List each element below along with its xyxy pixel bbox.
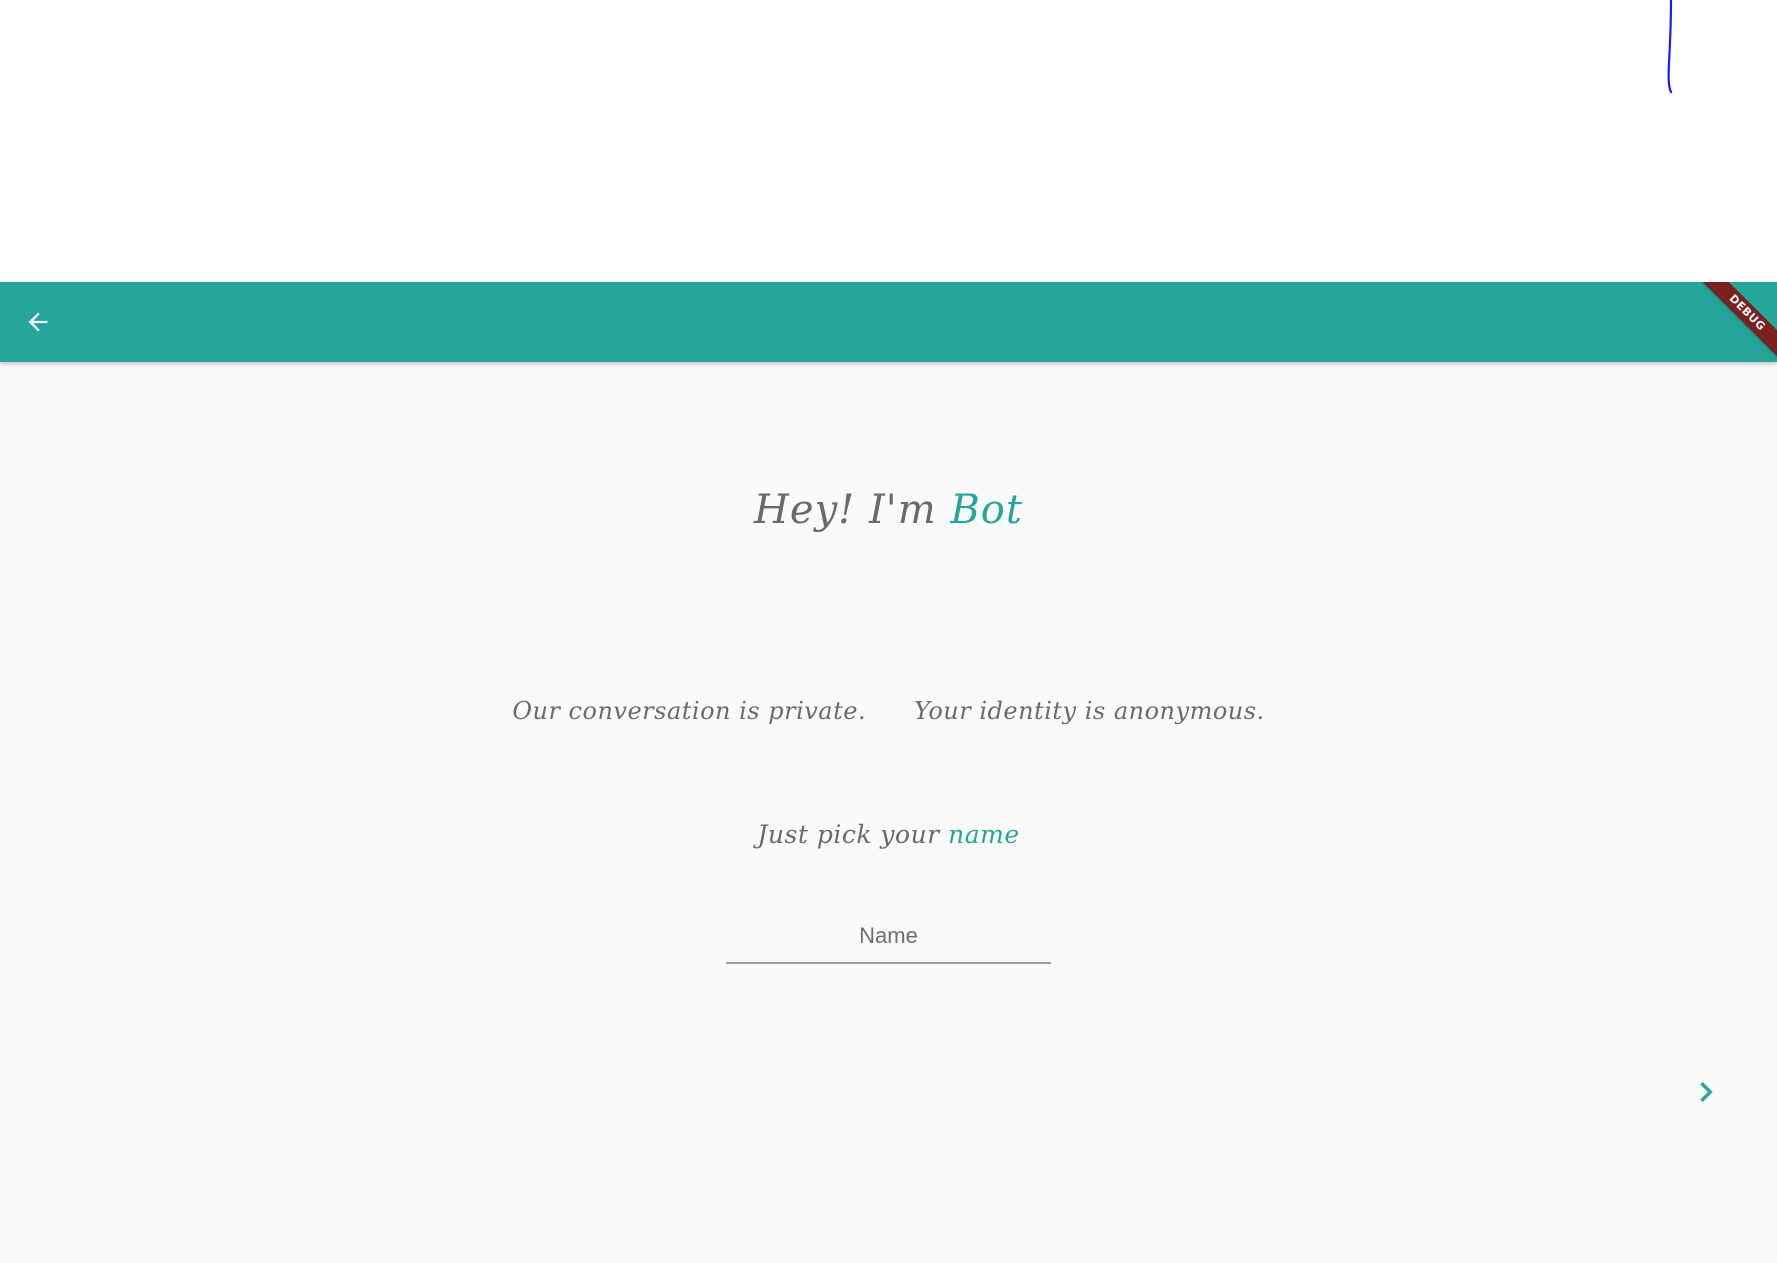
back-button[interactable] — [14, 298, 62, 346]
chevron-right-icon — [1700, 1082, 1713, 1102]
debug-banner: DEBUG — [1697, 282, 1777, 362]
arrow-back-icon — [28, 312, 48, 332]
app-bar: DEBUG — [0, 282, 1777, 362]
anonymous-text: Your identity is anonymous. — [914, 697, 1265, 725]
name-prompt: Just pick your name — [0, 820, 1777, 849]
main-content: Hey! I'm Bot Our conversation is private… — [0, 362, 1777, 1263]
blank-canvas-area — [0, 0, 1777, 282]
pen-stroke — [1667, 0, 1673, 94]
greeting-prefix: Hey! I'm — [754, 487, 937, 533]
greeting-heading: Hey! I'm Bot — [0, 487, 1777, 533]
screen: DEBUG Hey! I'm Bot Our conversation is p… — [0, 0, 1777, 1263]
name-input[interactable] — [726, 910, 1051, 962]
privacy-statement: Our conversation is private. Your identit… — [0, 697, 1777, 725]
next-button[interactable] — [1684, 1070, 1728, 1114]
name-field — [726, 910, 1051, 964]
debug-label: DEBUG — [1697, 282, 1777, 362]
name-prompt-highlight: name — [948, 820, 1020, 849]
bot-name: Bot — [950, 487, 1023, 533]
private-text: Our conversation is private. — [512, 697, 867, 725]
name-prompt-prefix: Just pick your — [757, 820, 940, 849]
